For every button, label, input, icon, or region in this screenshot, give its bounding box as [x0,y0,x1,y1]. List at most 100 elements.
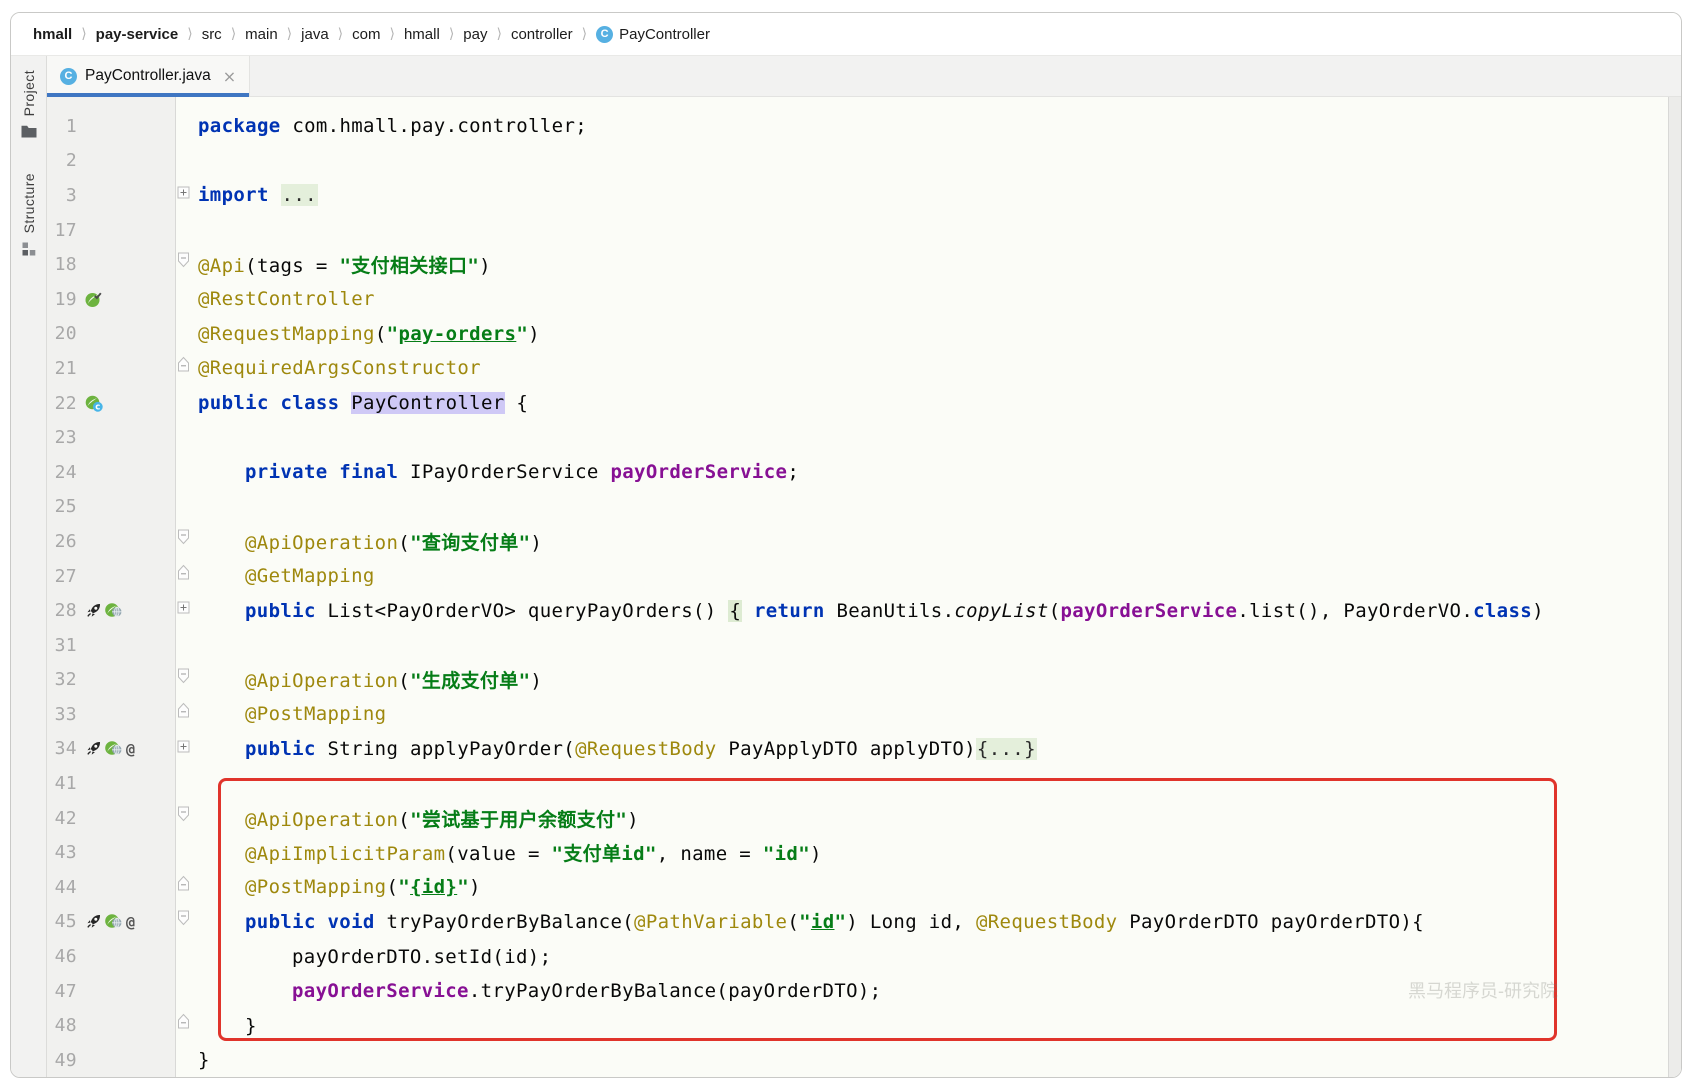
fold-marker-icon[interactable] [177,905,190,940]
request-mapping-icon[interactable] [105,913,123,930]
breadcrumb-item-main[interactable]: main [245,26,278,43]
code-token: package [198,115,281,137]
code-line[interactable]: } [198,1049,1681,1071]
code-token: " [387,323,399,345]
gutter-icons [85,291,168,308]
unfold-icon[interactable] [177,178,190,213]
breadcrumb-separator-icon: ⟩ [496,26,501,42]
code-token: "id" [763,843,810,865]
fold-marker-icon[interactable] [177,801,190,836]
breadcrumb-label: com [352,26,380,43]
code-token: } [245,1015,257,1037]
fold-marker-icon[interactable] [177,559,190,594]
code-token: id [811,911,835,933]
breadcrumb-separator-icon: ⟩ [187,26,192,42]
line-number: 31 [47,635,77,656]
sidebar-item-project[interactable]: Project [11,70,47,138]
unfold-icon[interactable] [177,732,190,767]
fold-marker-icon[interactable] [177,524,190,559]
code-line[interactable]: @GetMapping [198,565,1681,587]
code-line-row: 41 [47,766,1681,801]
breadcrumb-item-pay-service[interactable]: pay-service [96,26,179,43]
fold-marker-icon[interactable] [177,1008,190,1043]
code-line[interactable]: @PostMapping [198,703,1681,725]
code-line[interactable]: @RestController [198,288,1681,310]
breadcrumb-label: main [245,26,278,43]
line-number: 49 [47,1050,77,1071]
breadcrumb-label: controller [511,26,573,43]
breadcrumb-item-com[interactable]: com [352,26,380,43]
line-number: 2 [47,150,77,171]
unfold-icon[interactable] [177,593,190,628]
at-icon[interactable]: @ [126,913,135,931]
spring-class-icon[interactable]: c [85,395,103,412]
code-line[interactable]: @PostMapping("{id}") [198,876,1681,898]
tab-paycontroller-java[interactable]: C PayController.java × [47,56,250,96]
at-icon[interactable]: @ [126,740,135,758]
breadcrumb-label: hmall [33,26,72,43]
breadcrumb-item-src[interactable]: src [202,26,222,43]
watermark: 黑马程序员-研究院 [1408,977,1558,1003]
code-line[interactable]: } [198,1015,1681,1037]
code-token: ) [528,323,540,345]
request-mapping-icon[interactable] [105,602,123,619]
code-token: "生成支付单" [410,670,530,692]
breadcrumb-item-hmall[interactable]: hmall [404,26,440,43]
rocket-icon[interactable] [85,913,102,930]
code-editor[interactable]: 1package com.hmall.pay.controller;23impo… [47,97,1681,1077]
code-line[interactable]: @ApiOperation("尝试基于用户余额支付") [198,805,1681,832]
line-number: 22 [47,393,77,414]
fold-marker-icon[interactable] [177,870,190,905]
code-token: payOrderService [1060,600,1237,622]
code-line[interactable]: import ... [198,184,1681,206]
close-icon[interactable]: × [223,67,236,86]
code-token: PayApplyDTO applyDTO) [717,738,976,760]
breadcrumb-item-pay[interactable]: pay [463,26,487,43]
rocket-icon[interactable] [85,602,102,619]
breadcrumb: hmall⟩pay-service⟩src⟩main⟩java⟩com⟩hmal… [11,13,1681,56]
code-token: @Api [198,255,245,277]
code-line[interactable]: @ApiImplicitParam(value = "支付单id", name … [198,839,1681,866]
code-line[interactable]: public String applyPayOrder(@RequestBody… [198,738,1681,760]
code-line[interactable]: public List<PayOrderVO> queryPayOrders()… [198,600,1681,622]
code-token: " [398,876,410,898]
code-line[interactable]: @ApiOperation("查询支付单") [198,528,1681,555]
line-number: 26 [47,531,77,552]
code-line[interactable]: public class PayController { [198,392,1681,414]
code-line-row: 42@ApiOperation("尝试基于用户余额支付") [47,801,1681,836]
code-token: , name = [657,843,763,865]
code-line[interactable]: private final IPayOrderService payOrderS… [198,461,1681,483]
fold-marker-icon[interactable] [177,247,190,282]
fold-marker-icon[interactable] [177,697,190,732]
code-line[interactable]: package com.hmall.pay.controller; [198,115,1681,137]
breadcrumb-item-hmall[interactable]: hmall [33,26,72,43]
breadcrumb-label: pay [463,26,487,43]
breadcrumb-item-java[interactable]: java [301,26,329,43]
code-token: copyList [954,600,1048,622]
sidebar-item-structure[interactable]: Structure [11,173,47,256]
code-line[interactable]: @ApiOperation("生成支付单") [198,666,1681,693]
code-line[interactable]: @RequiredArgsConstructor [198,357,1681,379]
code-line-row: 19@RestController [47,282,1681,317]
code-token: {id} [410,876,457,898]
code-line[interactable]: public void tryPayOrderByBalance(@PathVa… [198,911,1681,933]
fold-marker-icon[interactable] [177,351,190,386]
rocket-icon[interactable] [85,740,102,757]
line-number: 46 [47,946,77,967]
line-number: 24 [47,462,77,483]
fold-marker-icon[interactable] [177,663,190,698]
line-number: 23 [47,427,77,448]
request-mapping-icon[interactable] [105,740,123,757]
breadcrumb-item-paycontroller[interactable]: CPayController [596,26,710,43]
code-line[interactable]: payOrderDTO.setId(id); [198,946,1681,968]
code-line[interactable]: @RequestMapping("pay-orders") [198,323,1681,345]
code-token: IPayOrderService [398,461,610,483]
spring-run-icon[interactable] [85,291,102,308]
code-line[interactable]: @Api(tags = "支付相关接口") [198,251,1681,278]
vertical-scrollbar[interactable] [1668,97,1681,1077]
breadcrumb-item-controller[interactable]: controller [511,26,573,43]
breadcrumb-separator-icon: ⟩ [389,26,394,42]
breadcrumb-label: src [202,26,222,43]
code-token: ( [787,911,799,933]
class-icon: C [60,68,77,85]
